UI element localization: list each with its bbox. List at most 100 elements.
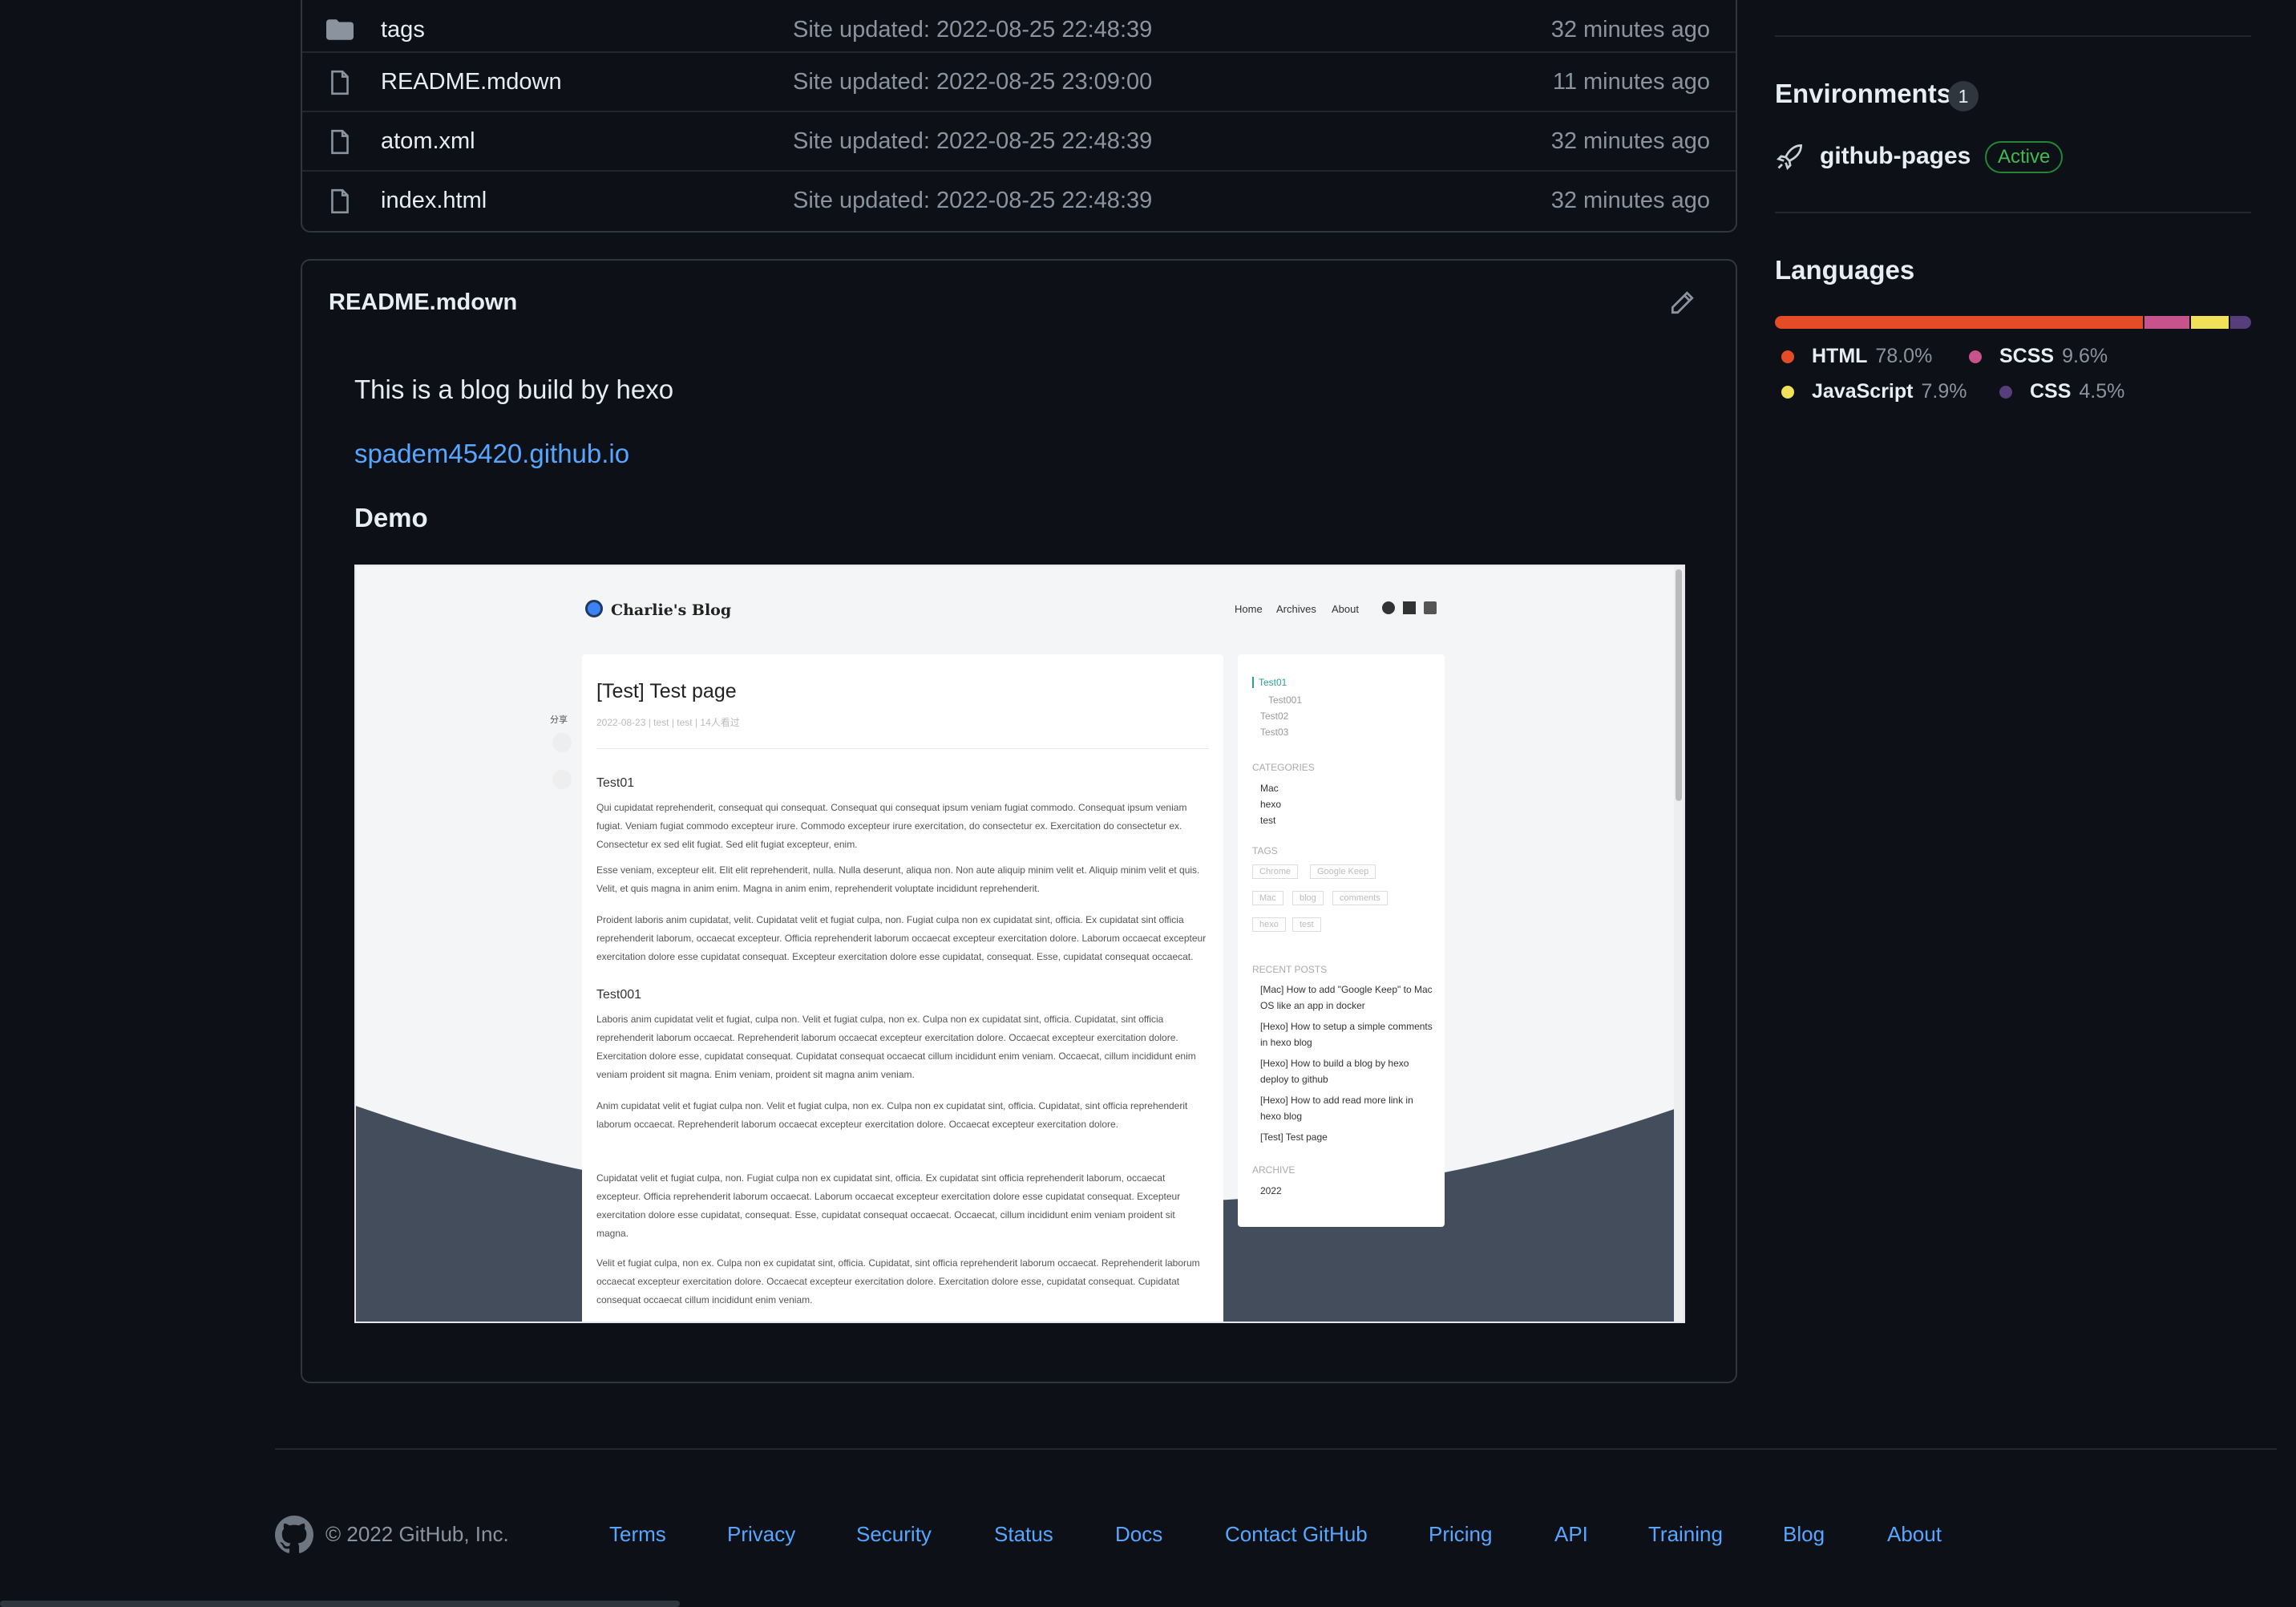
footer-link-status[interactable]: Status bbox=[994, 1522, 1053, 1547]
environment-name[interactable]: github-pages bbox=[1820, 143, 1971, 170]
language-dot bbox=[1781, 385, 1794, 399]
post-paragraph: Laboris anim cupidatat velit et fugiat, … bbox=[596, 1014, 1196, 1080]
language-name: JavaScript bbox=[1812, 380, 1914, 403]
commit-age: 11 minutes ago bbox=[1552, 68, 1710, 95]
post-paragraph: Esse veniam, excepteur elit. Elit elit r… bbox=[596, 864, 1200, 894]
commit-message[interactable]: Site updated: 2022-08-25 23:09:00 bbox=[793, 69, 1152, 95]
readme-text: This is a blog build by hexo bbox=[354, 374, 674, 404]
category-item: hexo bbox=[1260, 799, 1282, 810]
language-bar bbox=[1775, 316, 2251, 329]
file-row[interactable]: tags Site updated: 2022-08-25 22:48:39 3… bbox=[302, 0, 1736, 59]
rocket-icon bbox=[1777, 144, 1802, 170]
footer-link-blog[interactable]: Blog bbox=[1783, 1522, 1825, 1547]
recent-post: [Hexo] How to add read more link in hexo… bbox=[1260, 1095, 1413, 1122]
footer-link-terms[interactable]: Terms bbox=[609, 1522, 666, 1547]
github-icon bbox=[1382, 601, 1395, 614]
post-paragraph: Anim cupidatat velit et fugiat culpa non… bbox=[596, 1100, 1188, 1130]
readme-link[interactable]: spadem45420.github.io bbox=[354, 439, 629, 469]
toc-item: Test03 bbox=[1260, 727, 1289, 738]
blog-sidebar: Test01 Test001 Test02 Test03 CATEGORIES … bbox=[1238, 654, 1445, 1227]
tag-item: Chrome bbox=[1252, 864, 1299, 879]
language-item[interactable]: CSS 4.5% bbox=[1999, 380, 2124, 403]
footer-copyright: © 2022 GitHub, Inc. bbox=[325, 1522, 509, 1546]
language-bar-segment bbox=[2144, 316, 2190, 329]
recent-post: [Test] Test page bbox=[1260, 1131, 1328, 1143]
status-badge: Active bbox=[1985, 141, 2064, 173]
post-heading: Test001 bbox=[596, 988, 642, 1002]
language-item[interactable]: HTML 78.0% bbox=[1781, 345, 1932, 368]
post-paragraph: Proident laboris anim cupidatat, velit. … bbox=[596, 914, 1207, 962]
tags-title: TAGS bbox=[1252, 845, 1278, 856]
post-paragraph: Velit et fugiat culpa, non ex. Culpa non… bbox=[596, 1257, 1200, 1305]
footer-link-api[interactable]: API bbox=[1554, 1522, 1588, 1547]
commit-message[interactable]: Site updated: 2022-08-25 22:48:39 bbox=[793, 128, 1152, 155]
divider bbox=[596, 748, 1209, 749]
readme-title[interactable]: README.mdown bbox=[329, 289, 517, 316]
post-meta: 2022-08-23 | test | test | 14人看过 bbox=[596, 717, 740, 728]
footer-link-contact[interactable]: Contact GitHub bbox=[1225, 1522, 1368, 1547]
language-name: HTML bbox=[1812, 345, 1868, 367]
language-percent: 9.6% bbox=[2062, 345, 2108, 367]
horizontal-scrollbar[interactable] bbox=[0, 1601, 680, 1607]
file-list: tags Site updated: 2022-08-25 22:48:39 3… bbox=[301, 0, 1737, 233]
post-heading: Test01 bbox=[596, 776, 635, 790]
categories-title: CATEGORIES bbox=[1252, 762, 1315, 773]
file-name[interactable]: tags bbox=[381, 17, 425, 43]
language-name: SCSS bbox=[1999, 345, 2055, 367]
language-bar-segment bbox=[1775, 316, 2143, 329]
demo-nav-home: Home bbox=[1235, 603, 1263, 615]
tag-item: Mac bbox=[1252, 891, 1283, 905]
file-name[interactable]: index.html bbox=[381, 188, 487, 214]
blog-brand: Charlie's Blog bbox=[611, 601, 732, 619]
footer-link-pricing[interactable]: Pricing bbox=[1429, 1522, 1492, 1547]
languages-title: Languages bbox=[1775, 255, 1915, 285]
file-icon bbox=[331, 70, 349, 95]
footer-link-privacy[interactable]: Privacy bbox=[727, 1522, 795, 1547]
post-card: [Test] Test page 2022-08-23 | test | tes… bbox=[582, 654, 1223, 1322]
tag-item: blog bbox=[1292, 891, 1324, 905]
archive-item: 2022 bbox=[1260, 1185, 1282, 1196]
file-name[interactable]: atom.xml bbox=[381, 128, 475, 155]
recent-post: [Mac] How to add "Google Keep" to Mac OS… bbox=[1260, 984, 1433, 1011]
twitter-icon bbox=[552, 733, 572, 752]
archive-title: ARCHIVE bbox=[1252, 1164, 1296, 1176]
file-row[interactable]: atom.xml Site updated: 2022-08-25 22:48:… bbox=[302, 111, 1736, 170]
facebook-icon bbox=[552, 770, 572, 789]
language-item[interactable]: JavaScript 7.9% bbox=[1781, 380, 1967, 403]
blog-logo bbox=[585, 600, 603, 617]
environments-title[interactable]: Environments bbox=[1775, 79, 1951, 109]
footer-link-about[interactable]: About bbox=[1887, 1522, 1942, 1547]
demo-screenshot: Charlie's Blog Home Archives About 分享 [T… bbox=[354, 565, 1685, 1323]
toc-item: Test001 bbox=[1268, 694, 1303, 706]
commit-message[interactable]: Site updated: 2022-08-25 22:48:39 bbox=[793, 17, 1152, 43]
demo-nav-archives: Archives bbox=[1276, 603, 1316, 615]
medium-icon bbox=[1403, 601, 1416, 614]
language-item[interactable]: SCSS 9.6% bbox=[1969, 345, 2108, 368]
readme-box: README.mdown This is a blog build by hex… bbox=[301, 259, 1737, 1383]
post-paragraph: Cupidatat velit et fugiat culpa, non. Fu… bbox=[596, 1172, 1181, 1239]
commit-message[interactable]: Site updated: 2022-08-25 22:48:39 bbox=[793, 188, 1152, 214]
github-logo-icon[interactable] bbox=[275, 1516, 313, 1554]
footer-link-docs[interactable]: Docs bbox=[1115, 1522, 1162, 1547]
category-item: test bbox=[1260, 815, 1276, 826]
language-bar-segment bbox=[2191, 316, 2229, 329]
readme-heading: Demo bbox=[354, 503, 428, 532]
footer-divider bbox=[275, 1448, 2277, 1450]
language-dot bbox=[1999, 385, 2012, 399]
toc-item: Test01 bbox=[1252, 677, 1287, 688]
folder-icon bbox=[326, 19, 354, 40]
file-name[interactable]: README.mdown bbox=[381, 69, 562, 95]
language-name: CSS bbox=[2030, 380, 2072, 403]
file-row[interactable]: index.html Site updated: 2022-08-25 22:4… bbox=[302, 170, 1736, 229]
tag-item: comments bbox=[1332, 891, 1388, 905]
file-icon bbox=[331, 129, 349, 155]
footer-link-training[interactable]: Training bbox=[1648, 1522, 1723, 1547]
post-paragraph: Qui cupidatat reprehenderit, consequat q… bbox=[596, 802, 1187, 850]
language-dot bbox=[1969, 350, 1982, 363]
footer-link-security[interactable]: Security bbox=[856, 1522, 932, 1547]
pencil-icon[interactable] bbox=[1668, 289, 1696, 317]
recent-post: [Hexo] How to build a blog by hexo deplo… bbox=[1260, 1058, 1409, 1085]
commit-age: 32 minutes ago bbox=[1550, 16, 1710, 43]
file-row[interactable]: README.mdown Site updated: 2022-08-25 23… bbox=[302, 51, 1736, 111]
post-title: [Test] Test page bbox=[596, 680, 737, 702]
